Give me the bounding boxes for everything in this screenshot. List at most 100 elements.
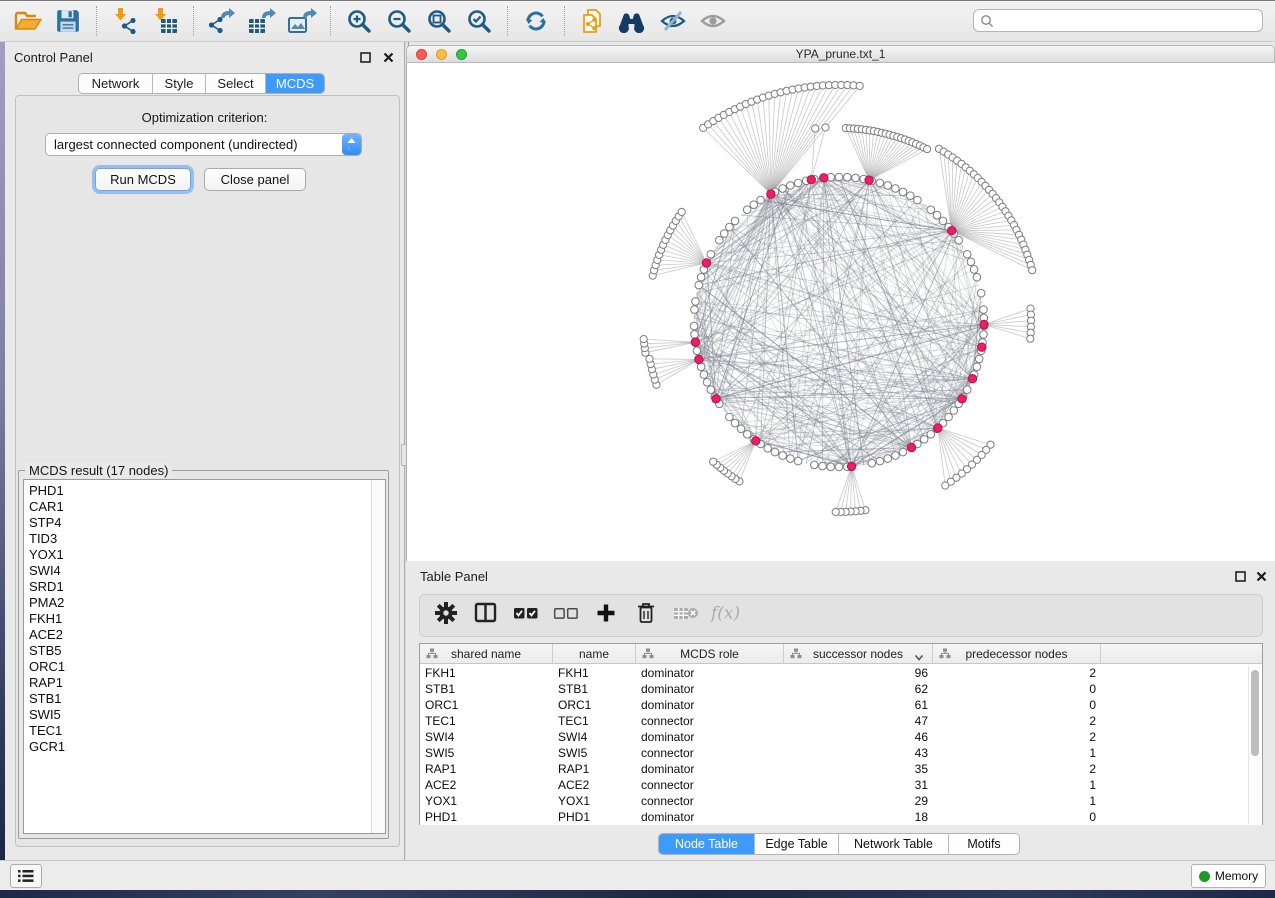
graph-node[interactable]: [832, 508, 839, 515]
mcds-result-list[interactable]: PHD1CAR1STP4TID3YOX1SWI4SRD1PMA2FKH1ACE2…: [23, 479, 386, 834]
mcds-result-item[interactable]: PMA2: [24, 595, 385, 611]
graph-node[interactable]: [640, 336, 647, 343]
graph-node[interactable]: [787, 455, 795, 463]
mcds-list-scrollbar[interactable]: [371, 480, 385, 833]
table-row[interactable]: ACE2ACE2connector311: [420, 777, 1262, 793]
graph-node[interactable]: [899, 448, 907, 456]
graph-node[interactable]: [945, 413, 953, 421]
column-header-MCDS-role[interactable]: MCDS role: [636, 644, 784, 664]
toggle-columns-button[interactable]: [468, 599, 504, 633]
graph-node[interactable]: [892, 452, 900, 460]
zoom-in-button[interactable]: [339, 3, 379, 39]
table-panel-float-button[interactable]: [1232, 568, 1248, 584]
graph-node[interactable]: [927, 431, 935, 439]
graph-node[interactable]: [743, 206, 751, 214]
graph-node[interactable]: [731, 419, 739, 427]
graph-node[interactable]: [1029, 267, 1036, 274]
table-row[interactable]: SWI4SWI4dominator462: [420, 729, 1262, 745]
graph-hub-node[interactable]: [968, 375, 976, 383]
graph-node[interactable]: [920, 436, 928, 444]
graph-node[interactable]: [852, 174, 860, 182]
graph-node[interactable]: [856, 82, 863, 89]
mcds-result-item[interactable]: PHD1: [24, 483, 385, 499]
graph-node[interactable]: [710, 458, 717, 465]
graph-hub-node[interactable]: [695, 355, 703, 363]
graph-node[interactable]: [819, 462, 827, 470]
graph-hub-node[interactable]: [865, 176, 873, 184]
tab-node-table[interactable]: Node Table: [659, 834, 755, 854]
graph-node[interactable]: [731, 217, 739, 225]
graph-node[interactable]: [695, 281, 703, 289]
graph-node[interactable]: [907, 192, 915, 200]
table-row[interactable]: SWI5SWI5connector431: [420, 745, 1262, 761]
graph-hub-node[interactable]: [767, 190, 775, 198]
graph-node[interactable]: [963, 251, 971, 259]
graph-node[interactable]: [726, 413, 734, 421]
graph-node[interactable]: [1027, 335, 1034, 342]
graph-node[interactable]: [794, 457, 802, 465]
column-header-successor-nodes[interactable]: successor nodes: [784, 644, 933, 664]
search-input[interactable]: [994, 13, 1256, 29]
graph-node[interactable]: [914, 196, 922, 204]
graph-node[interactable]: [942, 482, 949, 489]
mcds-result-item[interactable]: SWI5: [24, 707, 385, 723]
table-row[interactable]: ORC1ORC1dominator610: [420, 697, 1262, 713]
graph-node[interactable]: [868, 459, 876, 467]
graph-node[interactable]: [955, 236, 963, 244]
network-view-canvas[interactable]: [406, 63, 1275, 561]
graph-node[interactable]: [743, 431, 751, 439]
tab-network[interactable]: Network: [79, 74, 153, 93]
graph-node[interactable]: [884, 182, 892, 190]
graph-node[interactable]: [691, 306, 699, 314]
search-field[interactable]: [973, 9, 1263, 32]
graph-node[interactable]: [771, 448, 779, 456]
graph-node[interactable]: [876, 179, 884, 187]
hide-selected-button[interactable]: [653, 3, 693, 39]
graph-node[interactable]: [980, 331, 988, 339]
graph-hub-node[interactable]: [847, 462, 855, 470]
graph-node[interactable]: [737, 425, 745, 433]
mcds-result-item[interactable]: STP4: [24, 515, 385, 531]
tab-motifs[interactable]: Motifs: [949, 834, 1019, 854]
mcds-result-item[interactable]: GCR1: [24, 739, 385, 755]
graph-node[interactable]: [697, 273, 705, 281]
clone-network-button[interactable]: [573, 3, 613, 39]
graph-node[interactable]: [924, 146, 931, 153]
graph-node[interactable]: [977, 289, 985, 297]
import-table-button[interactable]: [145, 3, 185, 39]
graph-node[interactable]: [700, 371, 708, 379]
graph-node[interactable]: [876, 457, 884, 465]
graph-hub-node[interactable]: [980, 320, 988, 328]
control-panel-close-button[interactable]: [380, 49, 396, 65]
graph-node[interactable]: [933, 211, 941, 219]
graph-node[interactable]: [720, 230, 728, 238]
memory-button[interactable]: Memory: [1191, 864, 1266, 888]
save-session-button[interactable]: [48, 3, 88, 39]
graph-hub-node[interactable]: [820, 174, 828, 182]
graph-node[interactable]: [975, 355, 983, 363]
graph-node[interactable]: [844, 173, 852, 181]
graph-node[interactable]: [927, 206, 935, 214]
table-row[interactable]: PHD1PHD1dominator180: [420, 809, 1262, 825]
mcds-result-item[interactable]: ACE2: [24, 627, 385, 643]
table-options-button[interactable]: [428, 599, 464, 633]
mcds-result-item[interactable]: TID3: [24, 531, 385, 547]
mcds-result-item[interactable]: SWI4: [24, 563, 385, 579]
graph-node[interactable]: [835, 173, 843, 181]
column-header-name[interactable]: name: [553, 644, 636, 664]
graph-node[interactable]: [726, 223, 734, 231]
graph-hub-node[interactable]: [702, 259, 710, 267]
mcds-result-item[interactable]: STB1: [24, 691, 385, 707]
column-header-predecessor-nodes[interactable]: predecessor nodes: [933, 644, 1101, 664]
mcds-result-item[interactable]: ORC1: [24, 659, 385, 675]
graph-node[interactable]: [703, 378, 711, 386]
tab-mcds[interactable]: MCDS: [266, 74, 324, 93]
add-column-button[interactable]: [588, 599, 624, 633]
run-mcds-button[interactable]: Run MCDS: [95, 168, 191, 191]
mcds-result-item[interactable]: FKH1: [24, 611, 385, 627]
control-panel-float-button[interactable]: [357, 49, 373, 65]
zoom-out-button[interactable]: [379, 3, 419, 39]
table-panel-close-button[interactable]: [1253, 568, 1269, 584]
refresh-layout-button[interactable]: [516, 3, 556, 39]
tab-network-table[interactable]: Network Table: [839, 834, 949, 854]
